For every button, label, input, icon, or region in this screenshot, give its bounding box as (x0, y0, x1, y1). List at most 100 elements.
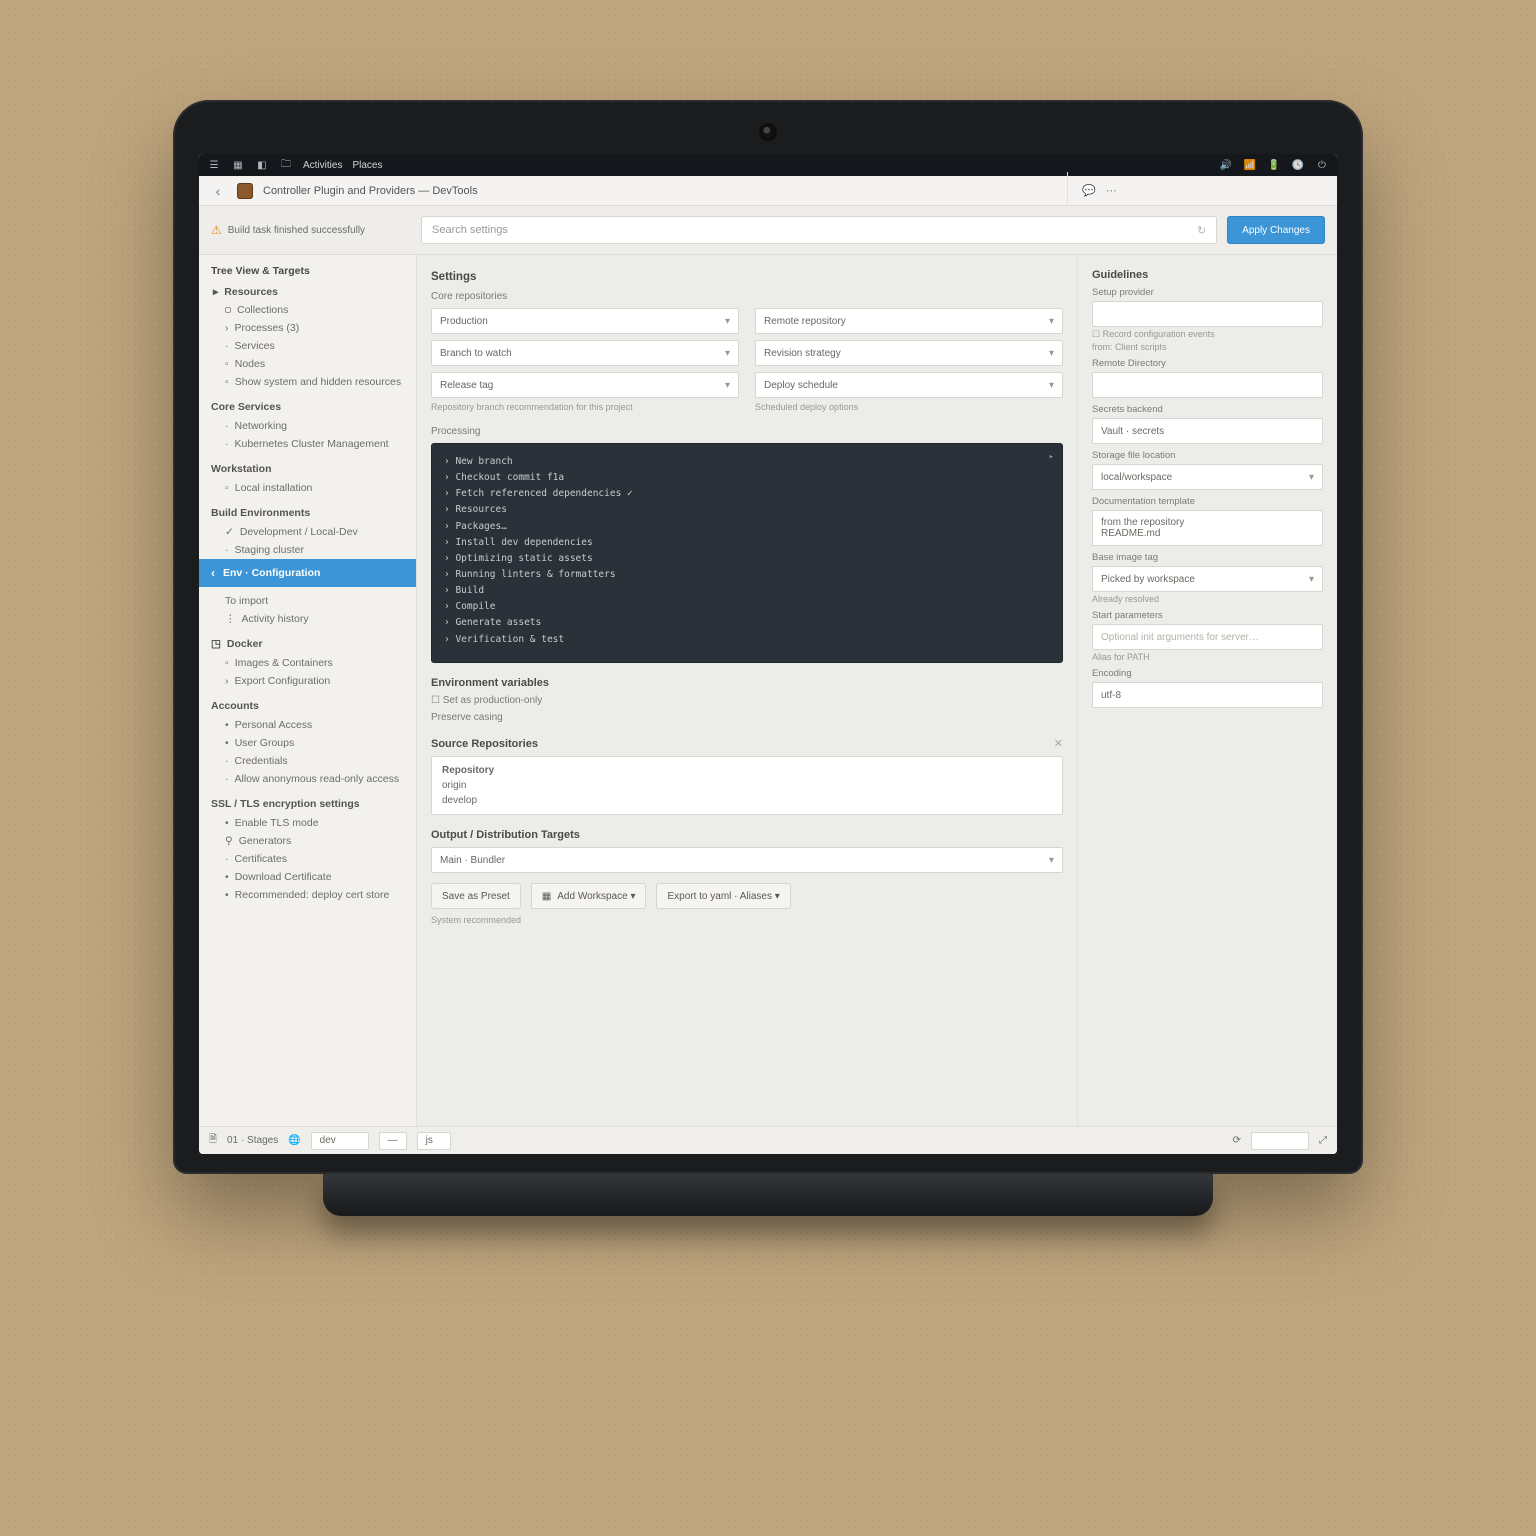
sidebar: Tree View & Targets ▸Resources Collectio… (199, 255, 417, 1126)
sidebar-item[interactable]: ⋮Activity history (199, 610, 416, 628)
toolbar: ⚠ Build task finished successfully Searc… (199, 206, 1337, 255)
secrets-input[interactable]: Vault · secrets (1092, 418, 1323, 444)
sidebar-item[interactable]: •Enable TLS mode (199, 814, 416, 832)
sidebar-item[interactable]: ·Kubernetes Cluster Management (199, 435, 416, 453)
os-menu-activities[interactable]: Activities (303, 160, 342, 171)
sidebar-item[interactable]: ⚲Generators (199, 832, 416, 850)
sidebar-item[interactable]: ▫Nodes (199, 355, 416, 373)
search-input[interactable]: Search settings ↻ (421, 216, 1217, 244)
folder-icon[interactable]: 🗀 (279, 158, 293, 172)
sync-icon[interactable]: ⟳ (1233, 1135, 1241, 1146)
window-titlebar: ‹ Controller Plugin and Providers — DevT… (199, 176, 1337, 206)
checkbox-row[interactable]: ☐ Set as production-only (431, 695, 1063, 706)
checkbox-row[interactable]: ☐ Record configuration events (1092, 329, 1323, 340)
select-revision[interactable]: Revision strategy (755, 340, 1063, 366)
select-release[interactable]: Release tag (431, 372, 739, 398)
search-placeholder: Search settings (432, 224, 508, 236)
doc-icon[interactable]: 🗎 (209, 1132, 217, 1149)
select-remote[interactable]: Remote repository (755, 308, 1063, 334)
status-select-lang[interactable]: js (417, 1132, 451, 1150)
helper-text: from: Client scripts (1092, 342, 1323, 352)
sidebar-group-resources[interactable]: ▸Resources (199, 283, 416, 301)
sidebar-item-active[interactable]: ‹ Env · Configuration (199, 559, 416, 587)
sidebar-item[interactable]: ·Credentials (199, 752, 416, 770)
doc-template-line: README.md (1101, 528, 1160, 539)
sidebar-item[interactable]: ▫Local installation (199, 479, 416, 497)
terminal-line: › Generate assets (444, 615, 1050, 631)
expand-icon[interactable]: ⤢ (1319, 1135, 1327, 1146)
start-params-input[interactable]: Optional init arguments for server… (1092, 624, 1323, 650)
sidebar-item[interactable]: ·Allow anonymous read-only access (199, 770, 416, 788)
sidebar-item[interactable]: Collections (199, 301, 416, 319)
helper-text: Already resolved (1092, 594, 1323, 604)
sidebar-item[interactable]: ▫Images & Containers (199, 654, 416, 672)
add-workspace-button[interactable]: ▦Add Workspace ▾ (531, 883, 647, 909)
laptop-hinge (323, 1174, 1213, 1216)
sidebar-item[interactable]: To import (199, 587, 416, 610)
power-icon[interactable]: ⏻ (1315, 158, 1329, 172)
sidebar-heading: Tree View & Targets (199, 255, 416, 283)
encoding-input[interactable]: utf-8 (1092, 682, 1323, 708)
select-branch[interactable]: Branch to watch (431, 340, 739, 366)
sidebar-group-accounts: Accounts (199, 690, 416, 716)
terminal[interactable]: ▸ › New branch › Checkout commit f1a › F… (431, 443, 1063, 663)
sidebar-item[interactable]: ·Staging cluster (199, 541, 416, 559)
terminal-line: › Build (444, 583, 1050, 599)
app-grid-icon[interactable]: ▦ (231, 158, 245, 172)
plus-icon: ▦ (542, 891, 551, 902)
status-select-sep[interactable]: — (379, 1132, 407, 1150)
select-schedule[interactable]: Deploy schedule (755, 372, 1063, 398)
section-title: Settings (431, 271, 1063, 283)
speaker-icon[interactable]: 🔊 (1219, 158, 1233, 172)
sidebar-item[interactable]: ▫Show system and hidden resources (199, 373, 416, 391)
os-menu-places[interactable]: Places (352, 160, 382, 171)
wifi-icon[interactable]: 📶 (1243, 158, 1257, 172)
base-image-select[interactable]: Picked by workspace (1092, 566, 1323, 592)
block-env-vars: Environment variables ☐ Set as productio… (431, 677, 1063, 723)
sidebar-item[interactable]: •Download Certificate (199, 868, 416, 886)
status-bar: 🗎 01 · Stages 🌐 dev — js ⟳ ⤢ (199, 1126, 1337, 1154)
sidebar-item[interactable]: ·Certificates (199, 850, 416, 868)
battery-icon[interactable]: 🔋 (1267, 158, 1281, 172)
apply-button[interactable]: Apply Changes (1227, 216, 1325, 244)
sidebar-item[interactable]: ·Services (199, 337, 416, 355)
window-icon[interactable]: ◧ (255, 158, 269, 172)
sidebar-item[interactable]: ✓Development / Local-Dev (199, 523, 416, 541)
globe-icon[interactable]: 🌐 (288, 1135, 300, 1146)
select-production[interactable]: Production (431, 308, 739, 334)
chat-icon[interactable]: 💬 (1082, 184, 1096, 197)
save-preset-button[interactable]: Save as Preset (431, 883, 521, 909)
sidebar-item[interactable]: •Personal Access (199, 716, 416, 734)
close-icon[interactable]: ✕ (1054, 737, 1063, 750)
provider-input[interactable] (1092, 301, 1323, 327)
clock-icon[interactable]: 🕓 (1291, 158, 1305, 172)
terminal-line: › Checkout commit f1a (444, 470, 1050, 486)
cube-icon: ◳ (211, 638, 221, 650)
block-title: Output / Distribution Targets (431, 829, 1063, 841)
app-icon (237, 183, 253, 199)
apply-button-label: Apply Changes (1242, 225, 1310, 236)
field-label: Base image tag (1092, 552, 1323, 563)
refresh-icon[interactable]: ↻ (1197, 224, 1206, 237)
sidebar-item[interactable]: ·Networking (199, 417, 416, 435)
right-sub: Setup provider (1092, 287, 1323, 298)
back-button[interactable]: ‹ (209, 183, 227, 199)
sidebar-item[interactable]: ›Processes (3) (199, 319, 416, 337)
sidebar-item[interactable]: ›Export Configuration (199, 672, 416, 690)
chevron-left-icon: ‹ (211, 566, 215, 580)
status-select-env[interactable]: dev (311, 1132, 369, 1150)
checkbox-row[interactable]: Preserve casing (431, 712, 1063, 723)
storage-select[interactable]: local/workspace (1092, 464, 1323, 490)
terminal-toggle-icon[interactable]: ▸ (1049, 450, 1054, 465)
repo-listbox[interactable]: Repository origin develop (431, 756, 1063, 815)
status-right-field[interactable] (1251, 1132, 1309, 1150)
export-yaml-button[interactable]: Export to yaml · Aliases ▾ (656, 883, 790, 909)
remote-dir-input[interactable] (1092, 372, 1323, 398)
sidebar-group-docker: ◳Docker (199, 628, 416, 654)
menu-icon[interactable]: ☰ (207, 158, 221, 172)
sidebar-item[interactable]: •User Groups (199, 734, 416, 752)
select-bundler[interactable]: Main · Bundler (431, 847, 1063, 873)
doc-template-input[interactable]: from the repository README.md (1092, 510, 1323, 546)
sidebar-item[interactable]: •Recommended: deploy cert store (199, 886, 416, 904)
overflow-icon[interactable]: ⋯ (1106, 184, 1117, 197)
